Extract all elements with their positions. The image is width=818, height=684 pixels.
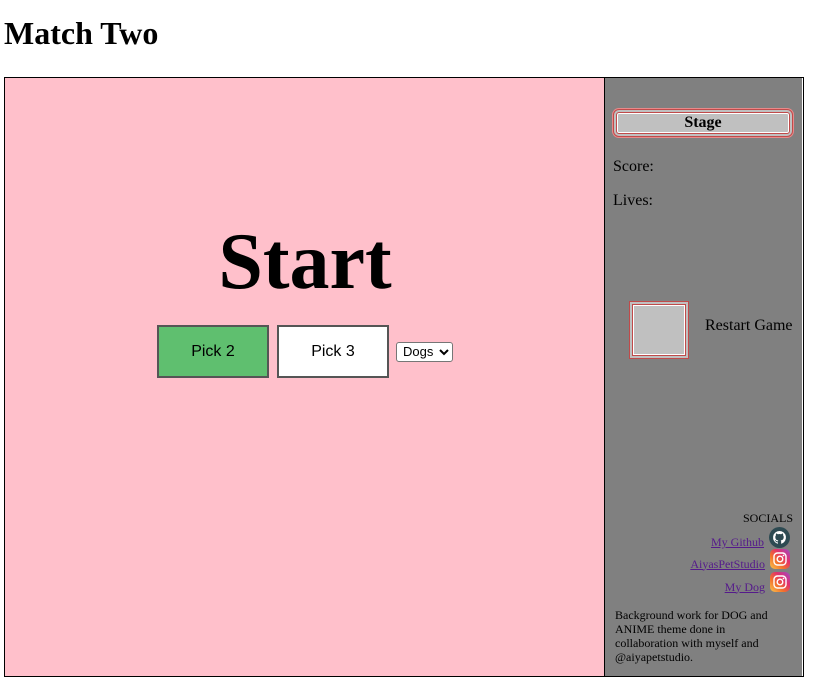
social-item-my-dog: My Dog (725, 572, 790, 595)
game-board: Start Pick 2 Pick 3 Dogs (5, 78, 605, 676)
socials-heading: SOCIALS (742, 511, 793, 525)
instagram-icon[interactable] (770, 572, 790, 592)
mode-controls: Pick 2 Pick 3 Dogs (157, 325, 453, 378)
board-heading: Start (218, 218, 392, 306)
stage-button[interactable]: Stage (613, 109, 793, 137)
side-panel: Stage Score: Lives: Restart Game SOCIALS… (605, 78, 802, 676)
pick-2-button[interactable]: Pick 2 (157, 325, 269, 378)
game-container: Start Pick 2 Pick 3 Dogs Stage Score: Li… (4, 77, 804, 677)
score-label: Score: (613, 158, 654, 175)
restart-button[interactable] (629, 301, 689, 359)
credit-text: Background work for DOG and ANIME theme … (615, 608, 768, 664)
page-title: Match Two (4, 15, 159, 51)
pick-3-button[interactable]: Pick 3 (277, 325, 389, 378)
github-link[interactable]: My Github (711, 535, 764, 550)
aiyaspetstudio-link[interactable]: AiyasPetStudio (690, 557, 765, 572)
instagram-icon[interactable] (770, 549, 790, 569)
github-icon[interactable] (769, 527, 790, 548)
theme-select[interactable]: Dogs (396, 341, 453, 362)
social-item-github: My Github (711, 527, 790, 550)
restart-label: Restart Game (705, 317, 793, 334)
lives-label: Lives: (613, 192, 653, 209)
social-item-aiyaspetstudio: AiyasPetStudio (690, 549, 790, 572)
my-dog-link[interactable]: My Dog (725, 580, 765, 595)
